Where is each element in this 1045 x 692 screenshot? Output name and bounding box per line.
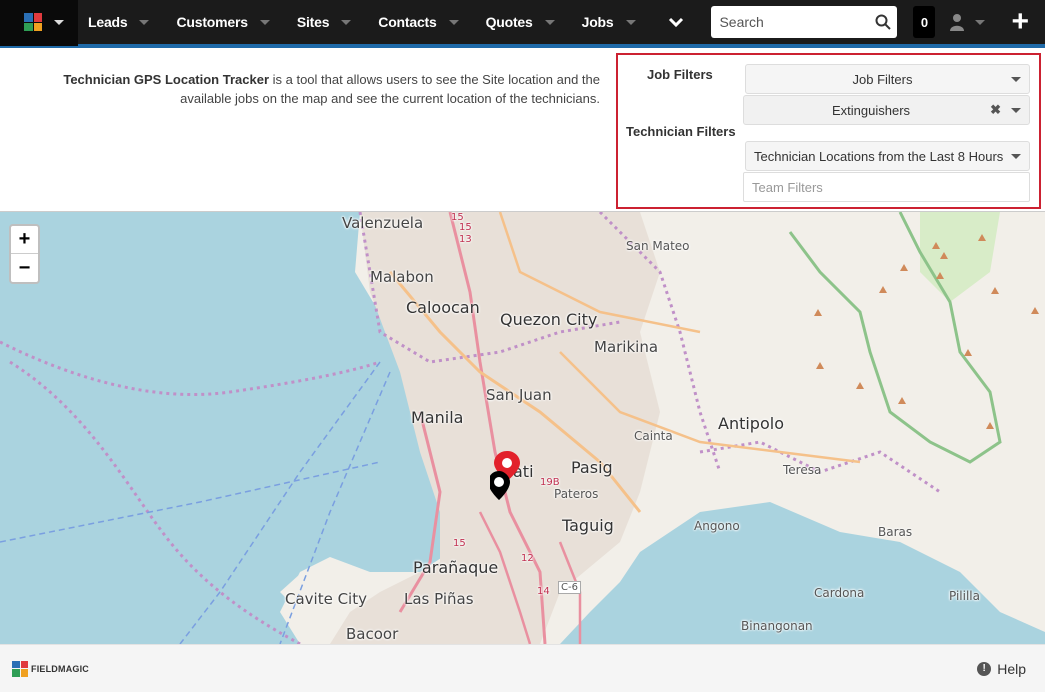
job-filters-select[interactable]: Job Filters	[745, 64, 1030, 94]
technician-locations-select-value: Technician Locations from the Last 8 Hou…	[754, 148, 1004, 164]
road-number: 12	[521, 553, 534, 564]
nav-more-button[interactable]	[653, 16, 699, 28]
map-label-antipolo: Antipolo	[718, 414, 784, 433]
map-label-san-juan: San Juan	[486, 386, 552, 404]
zoom-in-button[interactable]: +	[11, 226, 38, 254]
map-label-pateros: Pateros	[554, 487, 599, 501]
map-label-las-pinas: Las Piñas	[404, 590, 474, 608]
map-label-teresa: Teresa	[783, 463, 822, 477]
search-icon[interactable]	[875, 14, 892, 30]
intro-title: Technician GPS Location Tracker	[63, 72, 270, 87]
technician-filters-label: Technician Filters	[626, 124, 736, 139]
nav-quotes-label: Quotes	[485, 14, 533, 30]
road-number: 14	[537, 586, 550, 597]
map-tiles	[0, 212, 1045, 644]
chevron-down-icon	[54, 19, 64, 25]
help-label: Help	[997, 660, 1026, 677]
chevron-down-icon	[259, 19, 270, 25]
fieldmagic-logo-icon	[24, 13, 42, 31]
road-number: 19B	[540, 477, 560, 488]
map[interactable]: Valenzuela Malabon Caloocan Quezon City …	[0, 212, 1045, 644]
nav-contacts-label: Contacts	[378, 14, 437, 30]
fieldmagic-logo-icon	[12, 660, 28, 677]
team-filters-input[interactable]: Team Filters	[743, 172, 1030, 202]
top-navbar: Leads Customers Sites Contacts Quotes Jo…	[0, 0, 1045, 48]
chevron-down-icon	[625, 19, 636, 25]
road-number: 13	[459, 234, 472, 245]
filter-panel: Job Filters Technician Filters Job Filte…	[616, 53, 1041, 209]
technician-locations-select[interactable]: Technician Locations from the Last 8 Hou…	[745, 141, 1030, 171]
road-number: 15	[459, 222, 472, 233]
job-type-select[interactable]: Extinguishers ✖	[743, 95, 1030, 125]
map-label-malabon: Malabon	[370, 268, 434, 286]
footer-logo: FIELDMAGIC	[12, 660, 89, 677]
intro-description: Technician GPS Location Tracker is a too…	[30, 70, 600, 108]
road-number: 15	[453, 538, 466, 549]
chevron-down-icon	[1011, 107, 1021, 113]
map-pins[interactable]	[490, 449, 524, 503]
zoom-out-button[interactable]: −	[11, 254, 38, 282]
user-menu[interactable]	[949, 13, 986, 31]
map-label-paranaque: Parañaque	[413, 558, 499, 577]
nav-sites[interactable]: Sites	[287, 0, 368, 46]
map-label-baras: Baras	[878, 525, 913, 539]
chevron-down-icon	[1011, 76, 1021, 82]
map-label-cavite-city: Cavite City	[285, 590, 367, 608]
notification-count-badge[interactable]: 0	[913, 6, 936, 38]
map-label-valenzuela: Valenzuela	[342, 214, 424, 232]
search-box[interactable]	[711, 6, 898, 38]
zoom-control: + −	[9, 224, 40, 284]
help-link[interactable]: ! Help	[977, 661, 1026, 677]
chevron-down-icon	[341, 19, 352, 25]
search-input[interactable]	[719, 14, 876, 30]
map-label-angono: Angono	[694, 519, 740, 533]
map-label-cainta: Cainta	[634, 429, 673, 443]
map-label-san-mateo: San Mateo	[626, 239, 690, 253]
chevron-down-icon	[139, 19, 150, 25]
clear-icon[interactable]: ✖	[990, 102, 1001, 118]
map-label-bacoor: Bacoor	[346, 625, 399, 643]
map-label-quezon-city: Quezon City	[500, 310, 598, 329]
map-label-taguig: Taguig	[562, 516, 614, 535]
info-icon: !	[977, 661, 992, 676]
map-label-marikina: Marikina	[594, 338, 659, 356]
map-label-pililla: Pililla	[949, 589, 980, 603]
nav-leads-label: Leads	[88, 14, 128, 30]
footer-logo-text: FIELDMAGIC	[31, 663, 89, 674]
nav-quotes[interactable]: Quotes	[476, 0, 572, 46]
nav-sites-label: Sites	[296, 14, 330, 30]
nav-jobs-label: Jobs	[581, 14, 614, 30]
map-label-cardona: Cardona	[814, 586, 865, 600]
team-filters-placeholder: Team Filters	[752, 179, 823, 195]
nav-customers-label: Customers	[176, 14, 248, 30]
nav-jobs[interactable]: Jobs	[572, 0, 653, 46]
map-label-pasig: Pasig	[571, 458, 613, 477]
chevron-down-icon	[975, 19, 986, 25]
footer: FIELDMAGIC ! Help	[0, 644, 1045, 692]
road-number: C-6	[558, 581, 581, 594]
user-icon	[950, 14, 965, 31]
chevron-down-icon	[544, 19, 555, 25]
add-icon[interactable]: +	[1011, 7, 1029, 37]
nav-customers[interactable]: Customers	[166, 0, 286, 46]
nav-leads[interactable]: Leads	[78, 0, 166, 46]
job-filters-label: Job Filters	[647, 67, 713, 82]
chevron-down-icon	[668, 17, 683, 28]
brand-menu[interactable]	[0, 0, 78, 46]
job-type-select-value: Extinguishers	[832, 102, 911, 118]
chevron-down-icon	[448, 19, 459, 25]
job-filters-select-value: Job Filters	[852, 71, 913, 87]
nav-contacts[interactable]: Contacts	[368, 0, 475, 46]
chevron-down-icon	[1011, 153, 1021, 159]
map-label-manila: Manila	[411, 408, 464, 427]
map-label-caloocan: Caloocan	[406, 298, 480, 317]
map-label-binangonan: Binangonan	[741, 619, 813, 633]
